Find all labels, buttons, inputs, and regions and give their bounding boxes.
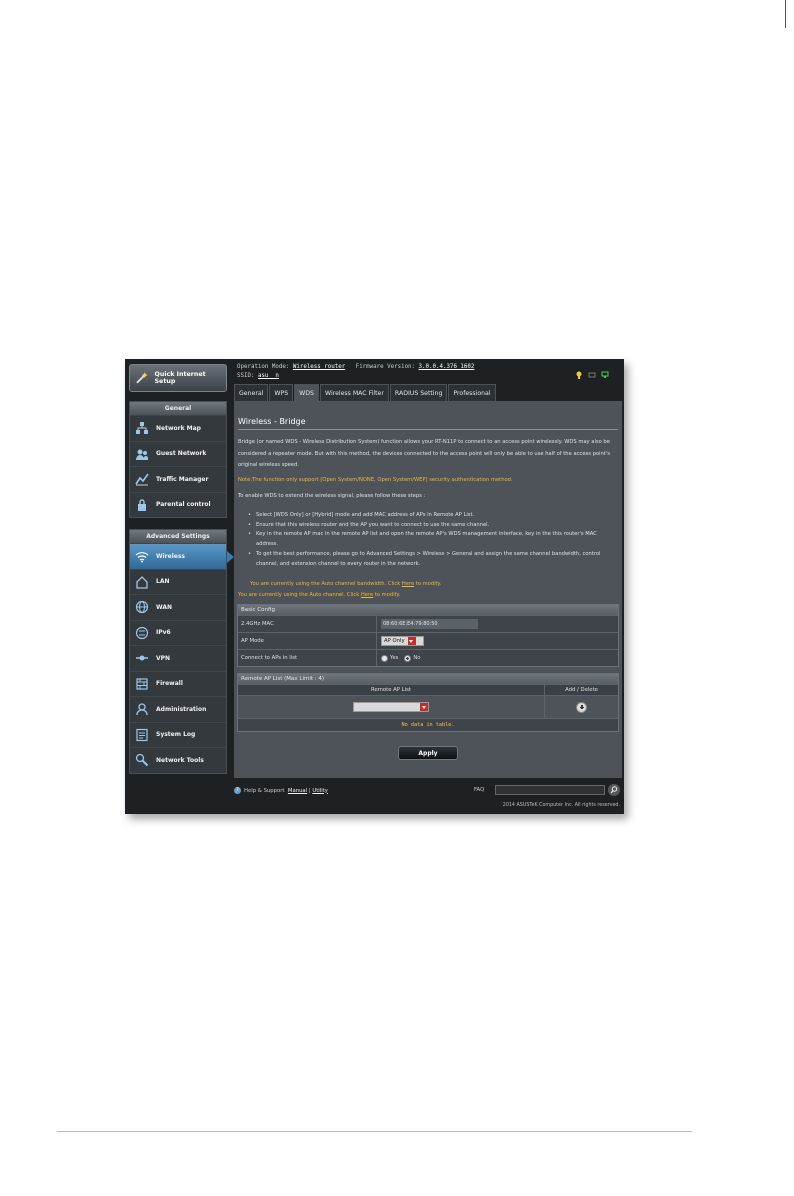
basic-config-heading: Basic Config — [238, 605, 618, 615]
parental-control-icon — [138, 499, 146, 511]
network-tools-icon — [135, 754, 149, 767]
wireless-icon — [135, 552, 149, 563]
tab-general[interactable]: General — [234, 384, 269, 401]
ssid-value[interactable]: asu _n — [258, 373, 279, 379]
remote-ap-heading: Remote AP List (Max Limit : 4) — [238, 674, 618, 684]
add-circle-icon[interactable] — [576, 701, 587, 713]
magic-wand-icon — [136, 372, 148, 384]
table-row: Connect to APs in list Yes No — [238, 649, 618, 666]
sidebar-item-wireless[interactable]: Wireless — [130, 543, 234, 569]
remote-ap-columns: Remote AP List Add / Delete — [238, 684, 618, 695]
steps-intro: To enable WDS to extend the wireless sig… — [238, 493, 426, 499]
bandwidth-here-link[interactable]: Here — [402, 581, 414, 587]
title-divider — [238, 429, 618, 430]
vpn-icon — [136, 655, 148, 661]
help-icon: ? — [234, 787, 241, 794]
quick-setup-label: Quick Internet Setup — [154, 371, 206, 385]
sidebar-item-administration[interactable]: Administration — [130, 696, 226, 722]
system-log-icon — [136, 728, 148, 741]
chevron-down-icon — [407, 637, 416, 645]
sidebar-item-parental-control[interactable]: Parental control — [130, 491, 226, 518]
manual-link[interactable]: Manual — [288, 788, 307, 794]
lan-icon — [136, 575, 148, 589]
faq-search-input[interactable] — [495, 785, 605, 795]
remote-ap-input-row — [238, 695, 618, 718]
sidebar-advanced-heading: Advanced Settings — [130, 530, 226, 543]
quick-internet-setup-button[interactable]: Quick Internet Setup — [129, 364, 227, 392]
tab-professional[interactable]: Professional — [448, 384, 496, 401]
tab-wds[interactable]: WDS — [294, 384, 319, 401]
usb-status-icon[interactable] — [588, 371, 596, 379]
traffic-manager-icon — [135, 473, 149, 486]
tab-wireless-mac-filter[interactable]: Wireless MAC Filter — [319, 384, 389, 401]
notification-bulb-icon[interactable] — [575, 371, 583, 379]
content-panel: Wireless - Bridge Bridge (or named WDS -… — [234, 401, 622, 778]
ap-mode-select[interactable]: AP Only — [381, 636, 424, 646]
remote-ap-table: Remote AP List (Max Limit : 4) Remote AP… — [237, 673, 619, 732]
page-bottom-rule — [57, 1131, 692, 1132]
basic-config-table: Basic Config 2.4GHz MAC 08:60:6E:E4:79:8… — [237, 604, 619, 667]
sidebar-advanced-group: Advanced Settings Wireless LAN WAN IPv6 … — [129, 529, 234, 774]
sidebar-item-traffic-manager[interactable]: Traffic Manager — [130, 466, 226, 492]
channel-notice: You are currently using the Auto channel… — [238, 592, 401, 598]
wireless-tabs: General WPS WDS Wireless MAC Filter RADI… — [234, 384, 497, 401]
table-row: AP Mode AP Only — [238, 632, 618, 649]
channel-here-link[interactable]: Here — [361, 592, 373, 598]
administration-icon — [136, 703, 148, 716]
sidebar-item-lan[interactable]: LAN — [130, 568, 226, 595]
wan-icon — [135, 601, 149, 614]
sidebar-item-ipv6[interactable]: IPv6 — [130, 619, 226, 646]
sidebar-item-wan[interactable]: WAN — [130, 594, 226, 620]
page-edge-line — [785, 0, 786, 28]
empty-table-message: No data in table. — [238, 718, 618, 731]
mac-address-value: 08:60:6E:E4:79:80:50 — [381, 619, 478, 629]
connect-yes-radio[interactable] — [381, 654, 388, 662]
security-note: Note:The function only support [Open Sys… — [238, 477, 513, 483]
sidebar-general-heading: General — [130, 402, 226, 415]
sidebar-item-vpn[interactable]: VPN — [130, 645, 226, 671]
header-status-icons — [575, 371, 609, 379]
steps-list: Select [WDS Only] or [Hybrid] mode and a… — [248, 511, 618, 569]
utility-link[interactable]: Utility — [312, 788, 328, 794]
status-header: Operation Mode: Wireless router Firmware… — [237, 363, 617, 385]
sidebar-item-firewall[interactable]: Firewall — [130, 670, 226, 697]
guest-network-icon — [136, 449, 148, 460]
list-item: Select [WDS Only] or [Hybrid] mode and a… — [248, 511, 618, 521]
connect-no-radio[interactable] — [404, 654, 412, 662]
help-support-label: Help & Support — [244, 787, 285, 794]
list-item: Key in the remote AP mac in the remote A… — [248, 530, 618, 549]
sidebar-item-guest-network[interactable]: Guest Network — [130, 440, 226, 467]
footer: ? Help & Support Manual | Utility FAQ — [234, 784, 622, 797]
sidebar-item-network-map[interactable]: Network Map — [130, 415, 226, 441]
page-title: Wireless - Bridge — [238, 417, 306, 426]
list-item: Ensure that this wireless router and the… — [248, 521, 618, 531]
list-item: To get the best performance, please go t… — [248, 550, 618, 569]
firewall-icon — [136, 678, 148, 690]
faq-label: FAQ — [474, 787, 485, 793]
tab-radius-setting[interactable]: RADIUS Setting — [389, 384, 448, 401]
firmware-version-link[interactable]: 3.0.0.4.376_1602 — [419, 364, 475, 370]
sidebar-item-network-tools[interactable]: Network Tools — [130, 747, 226, 773]
table-row: 2.4GHz MAC 08:60:6E:E4:79:80:50 — [238, 615, 618, 632]
network-status-icon[interactable] — [601, 371, 609, 379]
search-icon[interactable] — [608, 784, 620, 796]
apply-button[interactable]: Apply — [398, 746, 458, 760]
network-map-icon — [136, 422, 148, 435]
router-admin-screenshot: Quick Internet Setup General Network Map… — [125, 359, 624, 814]
column-header-add-delete: Add / Delete — [565, 687, 598, 693]
tab-wps[interactable]: WPS — [269, 384, 294, 401]
operation-mode-link[interactable]: Wireless router — [293, 364, 345, 370]
chevron-down-icon — [420, 703, 428, 711]
sidebar-item-system-log[interactable]: System Log — [130, 721, 226, 748]
intro-paragraph: Bridge (or named WDS - Wireless Distribu… — [238, 439, 610, 468]
column-header-remote-ap-list: Remote AP List — [238, 685, 545, 695]
bandwidth-notice: You are currently using the Auto channel… — [250, 581, 442, 587]
copyright-text: 2014 ASUSTeK Computer Inc. All rights re… — [502, 803, 620, 808]
remote-ap-select[interactable] — [353, 702, 429, 712]
sidebar-general-group: General Network Map Guest Network Traffi… — [129, 401, 227, 518]
ipv6-icon — [135, 626, 149, 639]
